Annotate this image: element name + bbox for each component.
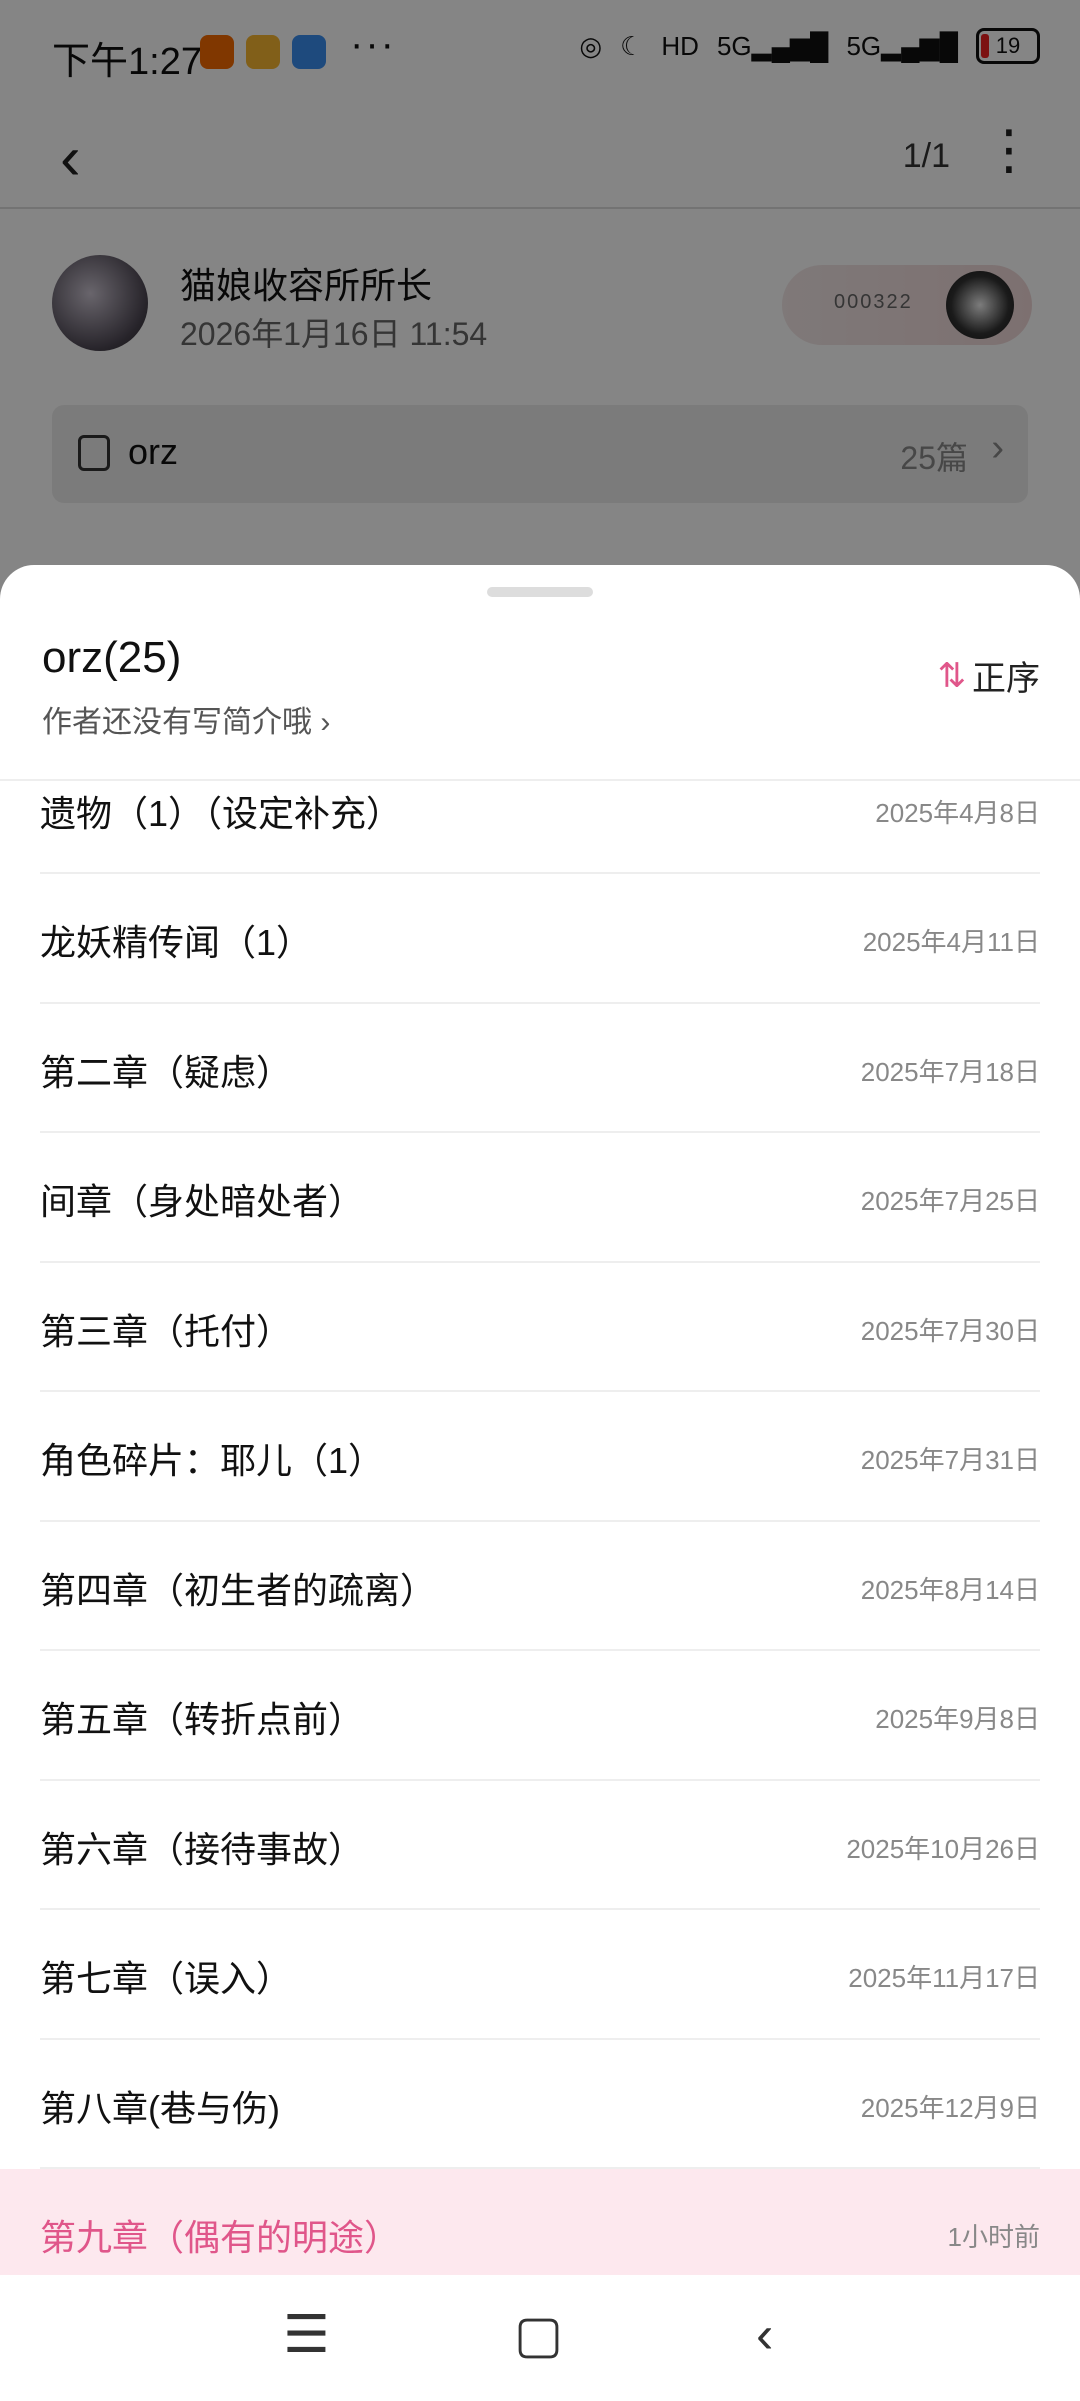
chapter-title: 遗物（1）（设定补充）: [40, 793, 403, 834]
chapter-date: 2025年11月17日: [848, 1963, 1040, 1993]
sort-toggle[interactable]: ⇅ 正序: [938, 651, 1041, 700]
chapter-date: 2025年4月8日: [875, 798, 1040, 828]
chapter-list-sheet: orz(25) 作者还没有写简介哦 › ⇅ 正序 遗物（1）（设定补充） 202…: [0, 565, 1080, 2401]
chapter-row[interactable]: 遗物（1）（设定补充） 2025年4月8日: [40, 781, 1040, 874]
chapter-date: 2025年8月14日: [860, 1574, 1040, 1605]
chapter-row[interactable]: 龙妖精传闻（1） 2025年4月11日: [40, 874, 1040, 1004]
chapter-title: 第六章（接待事故）: [40, 1828, 365, 1870]
chapter-title: 第五章（转折点前）: [40, 1699, 365, 1740]
chapter-date: 2025年10月26日: [846, 1833, 1040, 1864]
chapter-row[interactable]: 第八章(巷与伤) 2025年12月9日: [40, 2040, 1040, 2169]
sheet-title: orz(25): [42, 633, 182, 682]
chapter-date: 2025年7月25日: [860, 1186, 1040, 1216]
chapter-date: 2025年7月18日: [860, 1056, 1040, 1087]
chapter-row[interactable]: 第六章（接待事故） 2025年10月26日: [40, 1781, 1040, 1910]
chevron-right-icon: ›: [320, 706, 331, 739]
chapter-title: 第二章（疑虑）: [40, 1051, 293, 1093]
chapter-row[interactable]: 第三章（托付） 2025年7月30日: [40, 1263, 1040, 1392]
system-nav-bar: ☰ ▢ ‹: [0, 2275, 1080, 2401]
chapter-title: 第七章（误入）: [40, 1958, 293, 1999]
dim-overlay[interactable]: [0, 0, 1080, 600]
chapter-row[interactable]: 第四章（初生者的疏离） 2025年8月14日: [40, 1522, 1040, 1651]
menu-icon[interactable]: ☰: [283, 2305, 330, 2365]
chapter-title: 第八章(巷与伤): [40, 2087, 280, 2129]
chapter-list: 遗物（1）（设定补充） 2025年4月8日 龙妖精传闻（1） 2025年4月11…: [0, 781, 1080, 2297]
back-nav-icon[interactable]: ‹: [756, 2305, 773, 2365]
chapter-date: 2025年12月9日: [860, 2092, 1040, 2123]
drag-handle[interactable]: [487, 587, 593, 597]
collection-description[interactable]: 作者还没有写简介哦 ›: [42, 697, 330, 741]
chapter-title: 龙妖精传闻（1）: [40, 922, 313, 963]
chapter-date: 2025年4月11日: [862, 927, 1040, 957]
chapter-title: 角色碎片：耶儿（1）: [40, 1440, 385, 1481]
sort-icon: ⇅: [937, 656, 967, 695]
chapter-row[interactable]: 第二章（疑虑） 2025年7月18日: [40, 1004, 1040, 1133]
chapter-title: 第九章（偶有的明途）: [40, 2217, 401, 2258]
chapter-date: 2025年7月31日: [860, 1445, 1040, 1475]
chapter-title: 第四章（初生者的疏离）: [40, 1569, 437, 1611]
chapter-date: 2025年7月30日: [860, 1315, 1040, 1346]
chapter-title: 第三章（托付）: [40, 1310, 293, 1352]
chapter-row[interactable]: 间章（身处暗处者） 2025年7月25日: [40, 1133, 1040, 1263]
chapter-row[interactable]: 角色碎片：耶儿（1） 2025年7月31日: [40, 1392, 1040, 1522]
sort-label: 正序: [972, 660, 1040, 698]
chapter-row[interactable]: 第七章（误入） 2025年11月17日: [40, 1910, 1040, 2040]
chapter-date: 1小时前: [947, 2222, 1040, 2252]
chapter-title: 间章（身处暗处者）: [40, 1181, 365, 1222]
home-icon[interactable]: ▢: [514, 2305, 563, 2365]
chapter-row[interactable]: 第五章（转折点前） 2025年9月8日: [40, 1651, 1040, 1781]
chapter-date: 2025年9月8日: [875, 1704, 1040, 1734]
